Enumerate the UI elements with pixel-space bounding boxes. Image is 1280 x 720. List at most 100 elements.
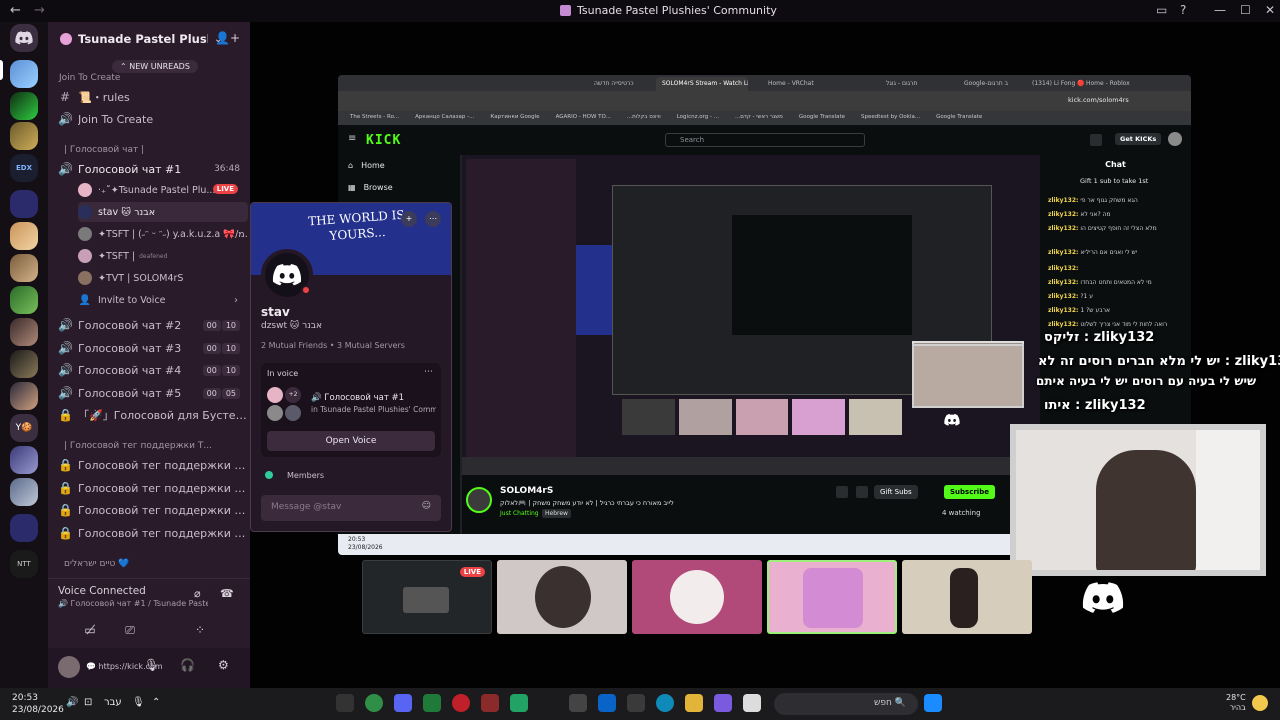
taskbar-app-icon[interactable] [569, 694, 587, 712]
discord-home-icon[interactable] [10, 24, 38, 52]
microphone-icon[interactable]: 🎙 [144, 658, 159, 672]
stream-thumbnail[interactable] [902, 560, 1032, 634]
category-israel[interactable]: טיים ישראלים 💙 [48, 556, 250, 572]
open-voice-button[interactable]: Open Voice [267, 431, 435, 451]
browser-tab[interactable]: Home - Roblox [1080, 77, 1144, 91]
chat-user[interactable]: zliky132: [1048, 211, 1078, 218]
taskbar-app-icon[interactable] [452, 694, 470, 712]
bookmark[interactable]: The Streets - Ro... [350, 114, 399, 122]
language-indicator[interactable]: עבר [104, 697, 122, 708]
taskbar-app-icon[interactable] [336, 694, 354, 712]
taskbar-app-icon[interactable] [423, 694, 441, 712]
voice-user-row[interactable]: ✦TSFT | deafened [78, 246, 248, 266]
channel-vc5[interactable]: 🔊 Голосовой чат #5 00 05 [48, 382, 250, 404]
disconnect-icon[interactable]: ☎ [220, 587, 234, 600]
headphones-icon[interactable]: 🎧 [180, 658, 195, 672]
system-clock[interactable]: 20:53 23/08/2026 [12, 692, 64, 716]
voice-user-row[interactable]: ·₊˚✦Tsunade Pastel Plu... LIVE [78, 180, 248, 200]
channel-vc1[interactable]: 🔊 Голосовой чат #1 36:48 [48, 158, 250, 180]
minimize-icon[interactable]: — [1214, 3, 1226, 17]
server-folder-icon[interactable] [10, 190, 38, 218]
browser-tab[interactable]: תרגום - גוגל [880, 77, 952, 91]
bookmark[interactable]: Speedtest by Ookla... [861, 114, 920, 122]
stream-thumbnail[interactable] [497, 560, 627, 634]
weather-widget[interactable]: 28°C בהיר [1226, 693, 1246, 714]
invite-people-icon[interactable]: 👤+ [215, 31, 240, 45]
menu-icon[interactable]: ≡ [348, 133, 356, 144]
stream-thumbnail[interactable]: LIVE [362, 560, 492, 634]
browser-tab[interactable]: Google-ב תרגום [958, 77, 1026, 91]
taskbar-app-icon[interactable] [743, 694, 761, 712]
copilot-icon[interactable] [714, 694, 732, 712]
store-icon[interactable] [627, 694, 645, 712]
voice-user-row[interactable]: stav 🐱 אבנר [78, 202, 248, 222]
taskbar-search[interactable]: חפש 🔍 [774, 693, 918, 715]
stream-thumbnail[interactable] [632, 560, 762, 634]
stream-thumbnail[interactable] [767, 560, 897, 634]
inbox-icon[interactable]: ▭ [1156, 3, 1167, 17]
more-options-icon[interactable]: ⋯ [425, 211, 441, 227]
chrome-icon[interactable] [365, 694, 383, 712]
channel-join-to-create[interactable]: 🔊 Join To Create [48, 108, 250, 130]
voice-connected-channel[interactable]: 🔊 Голосовой чат #1 / Tsunade Pastel Pl..… [58, 599, 208, 608]
channel-boosters[interactable]: 🔒 「🚀」Голосовой для Бустеров [48, 404, 250, 426]
server-icon-8[interactable] [10, 318, 38, 346]
server-icon-12[interactable] [10, 446, 38, 474]
chat-user[interactable]: zliky132: [1048, 307, 1078, 314]
bookmark[interactable]: Google Translate [799, 114, 845, 122]
forward-arrow-icon[interactable]: → [34, 3, 45, 18]
server-icon-2[interactable] [10, 92, 38, 120]
maximize-icon[interactable]: ☐ [1240, 3, 1251, 17]
chat-user[interactable]: zliky132: [1048, 249, 1078, 256]
server-icon-13[interactable] [10, 478, 38, 506]
mic-tray-icon[interactable]: 🎙 [132, 697, 145, 708]
category-support[interactable]: | Голосовой тег поддержки Т... [48, 438, 250, 454]
tray-chevron-icon[interactable]: ⌃ [152, 697, 160, 708]
file-explorer-icon[interactable] [685, 694, 703, 712]
activities-button[interactable]: ⁘ [158, 619, 242, 641]
noise-suppression-icon[interactable]: ⌀ [194, 587, 201, 600]
chat-user[interactable]: zliky132: [1048, 225, 1078, 232]
voice-user-row[interactable]: ✦TSFT | (˶ᵔ ᵕ ᵔ˶) y.a.k.u.z.a 🎀/מ... [78, 224, 248, 244]
network-icon[interactable]: ⊡ [84, 697, 92, 708]
browser-tab[interactable]: (1314) Li Fong 🔴 | Karate [1026, 77, 1086, 91]
add-friend-icon[interactable]: + [401, 211, 417, 227]
new-unreads-badge[interactable]: ⌃ NEW UNREADS [112, 60, 198, 73]
server-folder-icon-2[interactable] [10, 514, 38, 542]
channel-support-3[interactable]: 🔒 Голосовой тег поддержки Т... [48, 499, 250, 521]
stream-category[interactable]: Just Chatting [500, 510, 539, 517]
invite-to-voice[interactable]: 👤 Invite to Voice › [78, 290, 248, 310]
bookmark[interactable]: ...משגר ראשי - קדם [735, 114, 783, 122]
server-icon-7[interactable] [10, 286, 38, 314]
server-icon-5[interactable] [10, 222, 38, 250]
chat-user[interactable]: zliky132: [1048, 321, 1078, 328]
mutual-info[interactable]: 2 Mutual Friends • 3 Mutual Servers [261, 341, 405, 350]
heart-icon[interactable] [856, 486, 868, 498]
chat-user[interactable]: zliky132: [1048, 293, 1078, 300]
gift-banner[interactable]: Gift 1 sub to take 1st [1080, 177, 1148, 185]
streamer-name[interactable]: SOLOM4rS [500, 486, 553, 496]
streamer-avatar[interactable] [466, 487, 492, 513]
avatar[interactable] [1168, 132, 1182, 146]
server-icon-11[interactable]: Y🍪 [10, 414, 38, 442]
channel-support-2[interactable]: 🔒 Голосовой тег поддержки Т... [48, 477, 250, 499]
address-bar[interactable]: kick.com/solom4rs [338, 91, 1191, 111]
back-arrow-icon[interactable]: ← [10, 3, 21, 18]
mail-icon[interactable] [598, 694, 616, 712]
bookmark[interactable]: Logicnz.org - ... [677, 114, 719, 122]
browser-tab-active[interactable]: SOLOM4rS Stream - Watch Liv... [656, 77, 748, 91]
bookmark[interactable]: Картинки Google [490, 114, 539, 122]
subscribe-button[interactable]: Subscribe [944, 485, 995, 499]
bookmark[interactable]: AGARIO - HOW TO... [556, 114, 611, 122]
discord-taskbar-icon[interactable] [394, 694, 412, 712]
channel-support-1[interactable]: 🔒 Голосовой тег поддержки Т... [48, 454, 250, 476]
browser-tab[interactable]: כרטיסייה חדשה [588, 77, 640, 91]
browser-tab[interactable]: Home - VRChat [762, 77, 834, 91]
server-icon-6[interactable] [10, 254, 38, 282]
channel-vc2[interactable]: 🔊 Голосовой чат #2 00 10 [48, 314, 250, 336]
excel-icon[interactable] [510, 694, 528, 712]
get-kicks-button[interactable]: Get KICKs [1115, 133, 1162, 145]
channel-vc3[interactable]: 🔊 Голосовой чат #3 00 10 [48, 337, 250, 359]
nav-home[interactable]: ⌂ Home [348, 161, 385, 170]
server-icon-1[interactable] [10, 60, 38, 88]
